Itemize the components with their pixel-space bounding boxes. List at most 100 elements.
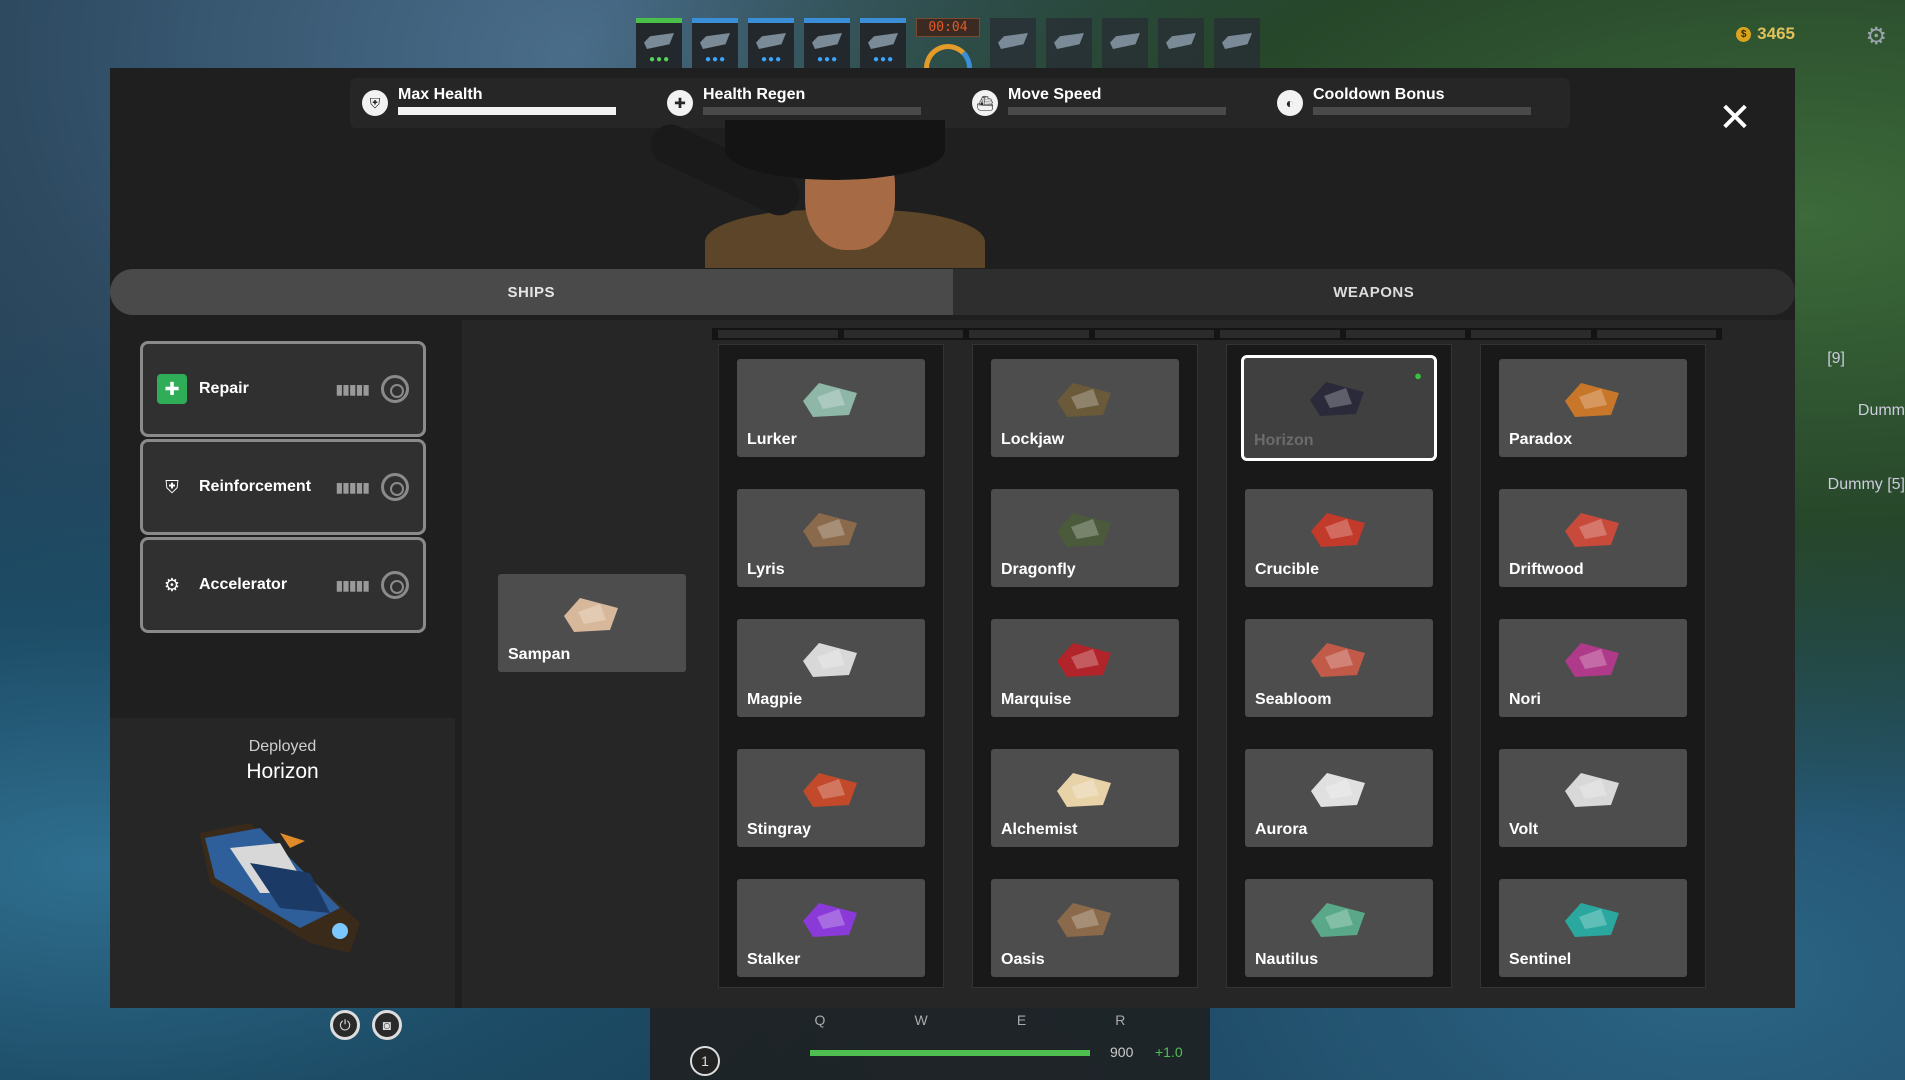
ship-card-sentinel[interactable]: Sentinel [1499,879,1687,977]
team-slot: ●●● [804,18,850,68]
ship-card-paradox[interactable]: Paradox [1499,359,1687,457]
ship-icon [1311,643,1365,677]
team-slot: ●●● [860,18,906,68]
ship-card-marquise[interactable]: Marquise [991,619,1179,717]
match-hud: ●●● ●●● ●●● ●●● ●●● 00:04 [636,18,1260,70]
ship-card-magpie[interactable]: Magpie [737,619,925,717]
hotkey-r: R [1115,1012,1126,1028]
tab-ships[interactable]: SHIPS [110,269,953,315]
ship-name: Aurora [1255,821,1308,838]
ship-icon [1565,773,1619,807]
ship-icon [756,33,786,49]
enemy-slot [990,18,1036,68]
ship-card-lurker[interactable]: Lurker [737,359,925,457]
ability-charges-icon: ▮▮▮▮▮ [335,478,370,495]
ship-name: Seabloom [1255,691,1332,708]
health-bar [810,1050,1090,1056]
ship-icon [700,33,730,49]
deployed-ship-panel: Deployed Horizon [110,718,455,1008]
target-icon[interactable] [381,571,409,599]
user-icon: ● [1414,368,1422,383]
ship-card-lockjaw[interactable]: Lockjaw [991,359,1179,457]
ship-name: Nori [1509,691,1541,708]
ship-icon [1310,382,1364,416]
hotkey-w: W [914,1012,928,1028]
hotkey-row: QWER [770,1008,1170,1028]
target-icon[interactable] [381,375,409,403]
ship-icon [1057,513,1111,547]
ability-repair[interactable]: ✚ Repair ▮▮▮▮▮ [140,341,426,437]
ship-name: Sampan [508,646,571,663]
armor-icon: ⛨ [157,472,187,502]
tab-weapons[interactable]: WEAPONS [952,269,1795,315]
ability-label: Reinforcement [199,478,312,495]
ship-card-dragonfly[interactable]: Dragonfly [991,489,1179,587]
target-icon[interactable] [381,473,409,501]
ship-icon [1057,773,1111,807]
ship-card-driftwood[interactable]: Driftwood [1499,489,1687,587]
enemy-slot [1102,18,1148,68]
engine-icon: ⚙ [157,570,187,600]
ship-card-oasis[interactable]: Oasis [991,879,1179,977]
ship-card-nori[interactable]: Nori [1499,619,1687,717]
deployed-ship-name: Horizon [246,760,319,783]
settings-gear-icon[interactable]: ⚙ [1865,22,1887,51]
ability-reinforcement[interactable]: ⛨ Reinforcement ▮▮▮▮▮ [140,439,426,535]
side-label: Dumm [1857,402,1905,419]
ship-card-alchemist[interactable]: Alchemist [991,749,1179,847]
deployed-label: Deployed [248,738,317,755]
ability-charges-icon: ▮▮▮▮▮ [335,576,370,593]
ship-name: Lyris [747,561,785,578]
ship-icon [564,598,618,632]
ship-card-stingray[interactable]: Stingray [737,749,925,847]
captain-portrait [645,120,1015,268]
enemy-slot [1214,18,1260,68]
match-timer: 00:04 [916,18,980,70]
stat-name: Max Health [398,86,483,103]
close-button[interactable]: ✕ [1715,98,1755,138]
category-tabs: SHIPS WEAPONS [110,269,1795,315]
ship-icon [1565,903,1619,937]
team-slot: ●●● [748,18,794,68]
ship-name: Oasis [1001,951,1045,968]
camera-icon[interactable]: ◙ [372,1010,402,1040]
ship-icon [1565,383,1619,417]
ship-icon [1311,773,1365,807]
ship-tier-column: Horizon ● Crucible Seabloom Aurora Nautil… [1226,344,1452,988]
ship-card-horizon[interactable]: Horizon ● [1241,355,1437,461]
ship-card-sampan[interactable]: Sampan [498,574,686,672]
ship-icon [803,903,857,937]
ship-card-lyris[interactable]: Lyris [737,489,925,587]
stat-level-bar [1008,107,1226,115]
ability-label: Accelerator [199,576,288,593]
ship-card-nautilus[interactable]: Nautilus [1245,879,1433,977]
ship-icon [868,33,898,49]
ability-list: ✚ Repair ▮▮▮▮▮ ⛨ Reinforcement ▮▮▮▮▮ ⚙ A… [110,320,455,713]
ship-name: Marquise [1001,691,1072,708]
ship-card-aurora[interactable]: Aurora [1245,749,1433,847]
ability-hud: Q W E R 900 +1.0 [650,1008,1210,1080]
hotkey-e: E [1016,1012,1027,1028]
ship-icon [1110,33,1140,49]
ship-icon [1057,643,1111,677]
ship-name: Crucible [1255,561,1320,578]
ship-name: Magpie [747,691,803,708]
health-regen-value: +1.0 [1155,1044,1183,1060]
ship-icon [1057,383,1111,417]
ship-tier-column: Paradox Driftwood Nori Volt Sentinel [1480,344,1706,988]
ship-card-stalker[interactable]: Stalker [737,879,925,977]
stat-level-bar [703,107,921,115]
ship-name: Stingray [747,821,812,838]
ship-card-volt[interactable]: Volt [1499,749,1687,847]
ship-icon [812,33,842,49]
ship-icon [1222,33,1252,49]
ship-card-crucible[interactable]: Crucible [1245,489,1433,587]
ship-name: Dragonfly [1001,561,1076,578]
ship-card-seabloom[interactable]: Seabloom [1245,619,1433,717]
side-label: Dummy [5] [1827,476,1905,493]
stat-name: Health Regen [703,86,806,103]
ship-icon [1057,903,1111,937]
power-icon[interactable]: ⏻ [330,1010,360,1040]
gold-counter: $ 3465 [1736,24,1795,44]
ability-accelerator[interactable]: ⚙ Accelerator ▮▮▮▮▮ [140,537,426,633]
